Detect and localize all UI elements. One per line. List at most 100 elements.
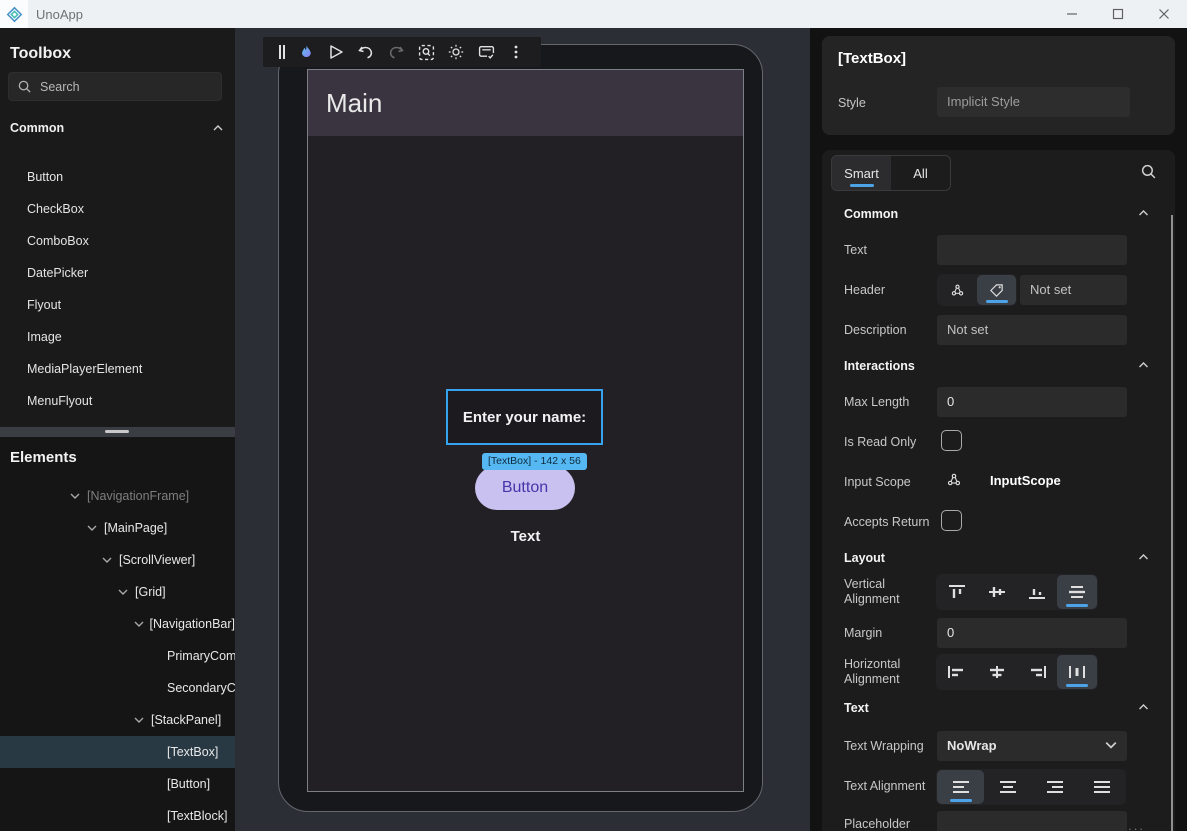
navigation-bar[interactable]: Main — [308, 70, 743, 136]
description-value-field[interactable]: Not set — [937, 315, 1127, 345]
binding-icon[interactable] — [946, 472, 962, 488]
tab-smart[interactable]: Smart — [832, 156, 891, 190]
placeholder-input[interactable] — [937, 811, 1127, 831]
toolbox-item-datepicker[interactable]: DatePicker — [0, 257, 235, 289]
close-button[interactable] — [1141, 0, 1187, 28]
text-align-left-icon[interactable] — [937, 770, 984, 804]
design-button[interactable]: Button — [475, 466, 575, 510]
align-vcenter-icon[interactable] — [977, 575, 1017, 609]
toolbox-search-box[interactable] — [8, 72, 222, 101]
align-left-icon[interactable] — [937, 655, 977, 689]
align-vstretch-icon[interactable] — [1057, 575, 1097, 609]
theme-sun-icon[interactable] — [441, 37, 471, 67]
toolbox-section-label: Common — [10, 121, 64, 135]
hot-reload-flame-icon[interactable] — [291, 37, 321, 67]
maximize-button[interactable] — [1095, 0, 1141, 28]
chevron-up-icon[interactable] — [1138, 360, 1149, 370]
binding-options-dots[interactable]: ... — [1128, 818, 1145, 831]
toolbox-item-passwordbox[interactable]: PasswordBox — [0, 417, 235, 427]
design-textblock[interactable]: Text — [308, 528, 743, 545]
tree-item-primarycommands[interactable]: PrimaryCommands — [0, 640, 235, 672]
chevron-up-icon[interactable] — [1138, 208, 1149, 218]
binding-icon[interactable] — [938, 275, 977, 305]
text-align-center-icon[interactable] — [984, 770, 1031, 804]
property-tabs: Smart All — [831, 155, 951, 191]
design-button-label: Button — [502, 479, 548, 497]
is-read-only-label: Is Read Only — [844, 435, 934, 450]
text-align-justify-icon[interactable] — [1078, 770, 1125, 804]
device-screen[interactable]: Main Enter your name: [TextBox] - 142 x … — [307, 69, 744, 792]
style-value-field[interactable]: Implicit Style — [937, 87, 1130, 117]
minimize-button[interactable] — [1049, 0, 1095, 28]
chevron-down-icon[interactable] — [134, 715, 151, 725]
tree-item-secondarycommands[interactable]: SecondaryCommands — [0, 672, 235, 704]
text-wrapping-label: Text Wrapping — [844, 739, 934, 754]
tree-item-stackpanel[interactable]: [StackPanel] — [0, 704, 235, 736]
vertical-alignment-toggle — [936, 574, 1098, 610]
tab-all[interactable]: All — [891, 156, 950, 190]
selected-textbox[interactable]: Enter your name: — [446, 389, 603, 445]
element-inspect-icon[interactable] — [411, 37, 441, 67]
toolbox-item-image[interactable]: Image — [0, 321, 235, 353]
redo-icon[interactable] — [381, 37, 411, 67]
style-label: Style — [838, 96, 866, 110]
tree-item-textblock[interactable]: [TextBlock] — [0, 800, 235, 831]
text-align-right-icon[interactable] — [1031, 770, 1078, 804]
properties-panel: [TextBox] Style Implicit Style Smart All… — [810, 28, 1187, 831]
toolbox-section-common[interactable]: Common — [10, 121, 223, 135]
chevron-down-icon[interactable] — [134, 619, 150, 629]
tree-item-textbox-selected[interactable]: [TextBox] — [0, 736, 235, 768]
scrollbar-handle[interactable] — [105, 430, 129, 433]
tree-item-grid[interactable]: [Grid] — [0, 576, 235, 608]
tree-item-scrollviewer[interactable]: [ScrollViewer] — [0, 544, 235, 576]
header-value-field[interactable]: Not set — [1020, 275, 1127, 305]
toolbox-item-mediaplayerelement[interactable]: MediaPlayerElement — [0, 353, 235, 385]
margin-input[interactable]: 0 — [937, 618, 1127, 648]
toolbox-item-flyout[interactable]: Flyout — [0, 289, 235, 321]
tree-item-navigationframe[interactable]: [NavigationFrame] — [0, 480, 235, 512]
toolbox-item-button[interactable]: Button — [0, 161, 235, 193]
description-label: Description — [844, 323, 934, 338]
page-title: Main — [326, 70, 382, 136]
undo-icon[interactable] — [351, 37, 381, 67]
chevron-down-icon[interactable] — [102, 555, 119, 565]
toolbox-item-combobox[interactable]: ComboBox — [0, 225, 235, 257]
align-right-icon[interactable] — [1017, 655, 1057, 689]
align-top-icon[interactable] — [937, 575, 977, 609]
tree-item-navigationbar[interactable]: [NavigationBar] — [0, 608, 235, 640]
chevron-down-icon — [1105, 739, 1117, 751]
tree-item-mainpage[interactable]: [MainPage] — [0, 512, 235, 544]
accepts-return-checkbox[interactable] — [941, 510, 962, 531]
search-icon[interactable] — [1140, 163, 1157, 180]
tree-item-button[interactable]: [Button] — [0, 768, 235, 800]
toolbox-search-input[interactable] — [40, 80, 213, 94]
drag-handle-icon[interactable] — [273, 37, 291, 67]
text-wrapping-dropdown[interactable]: NoWrap — [937, 731, 1127, 761]
is-read-only-checkbox[interactable] — [941, 430, 962, 451]
form-factor-icon[interactable] — [471, 37, 501, 67]
toolbox-scrollbar[interactable] — [0, 427, 235, 437]
chevron-up-icon[interactable] — [213, 123, 223, 133]
text-input[interactable] — [937, 235, 1127, 265]
section-layout-title: Layout — [844, 551, 885, 565]
accepts-return-label: Accepts Return — [844, 515, 934, 530]
input-scope-value[interactable]: InputScope — [990, 473, 1061, 488]
tag-icon[interactable] — [977, 275, 1016, 305]
align-bottom-icon[interactable] — [1017, 575, 1057, 609]
chevron-up-icon[interactable] — [1138, 552, 1149, 562]
inspector-scrollbar[interactable] — [1171, 215, 1173, 831]
toolbox-item-checkbox[interactable]: CheckBox — [0, 193, 235, 225]
chevron-down-icon[interactable] — [87, 523, 104, 533]
toolbox-item-menuflyout[interactable]: MenuFlyout — [0, 385, 235, 417]
play-icon[interactable] — [321, 37, 351, 67]
chevron-down-icon[interactable] — [118, 587, 135, 597]
design-canvas: Main Enter your name: [TextBox] - 142 x … — [235, 28, 810, 831]
more-menu-icon[interactable] — [501, 37, 531, 67]
chevron-up-icon[interactable] — [1138, 702, 1149, 712]
align-hcenter-icon[interactable] — [977, 655, 1017, 689]
toolbox-panel: Toolbox Common Button CheckBox ComboBox … — [0, 28, 235, 427]
max-length-input[interactable]: 0 — [937, 387, 1127, 417]
elements-panel: Elements [NavigationFrame] [MainPage] [S… — [0, 437, 235, 831]
chevron-down-icon[interactable] — [70, 491, 87, 501]
align-hstretch-icon[interactable] — [1057, 655, 1097, 689]
